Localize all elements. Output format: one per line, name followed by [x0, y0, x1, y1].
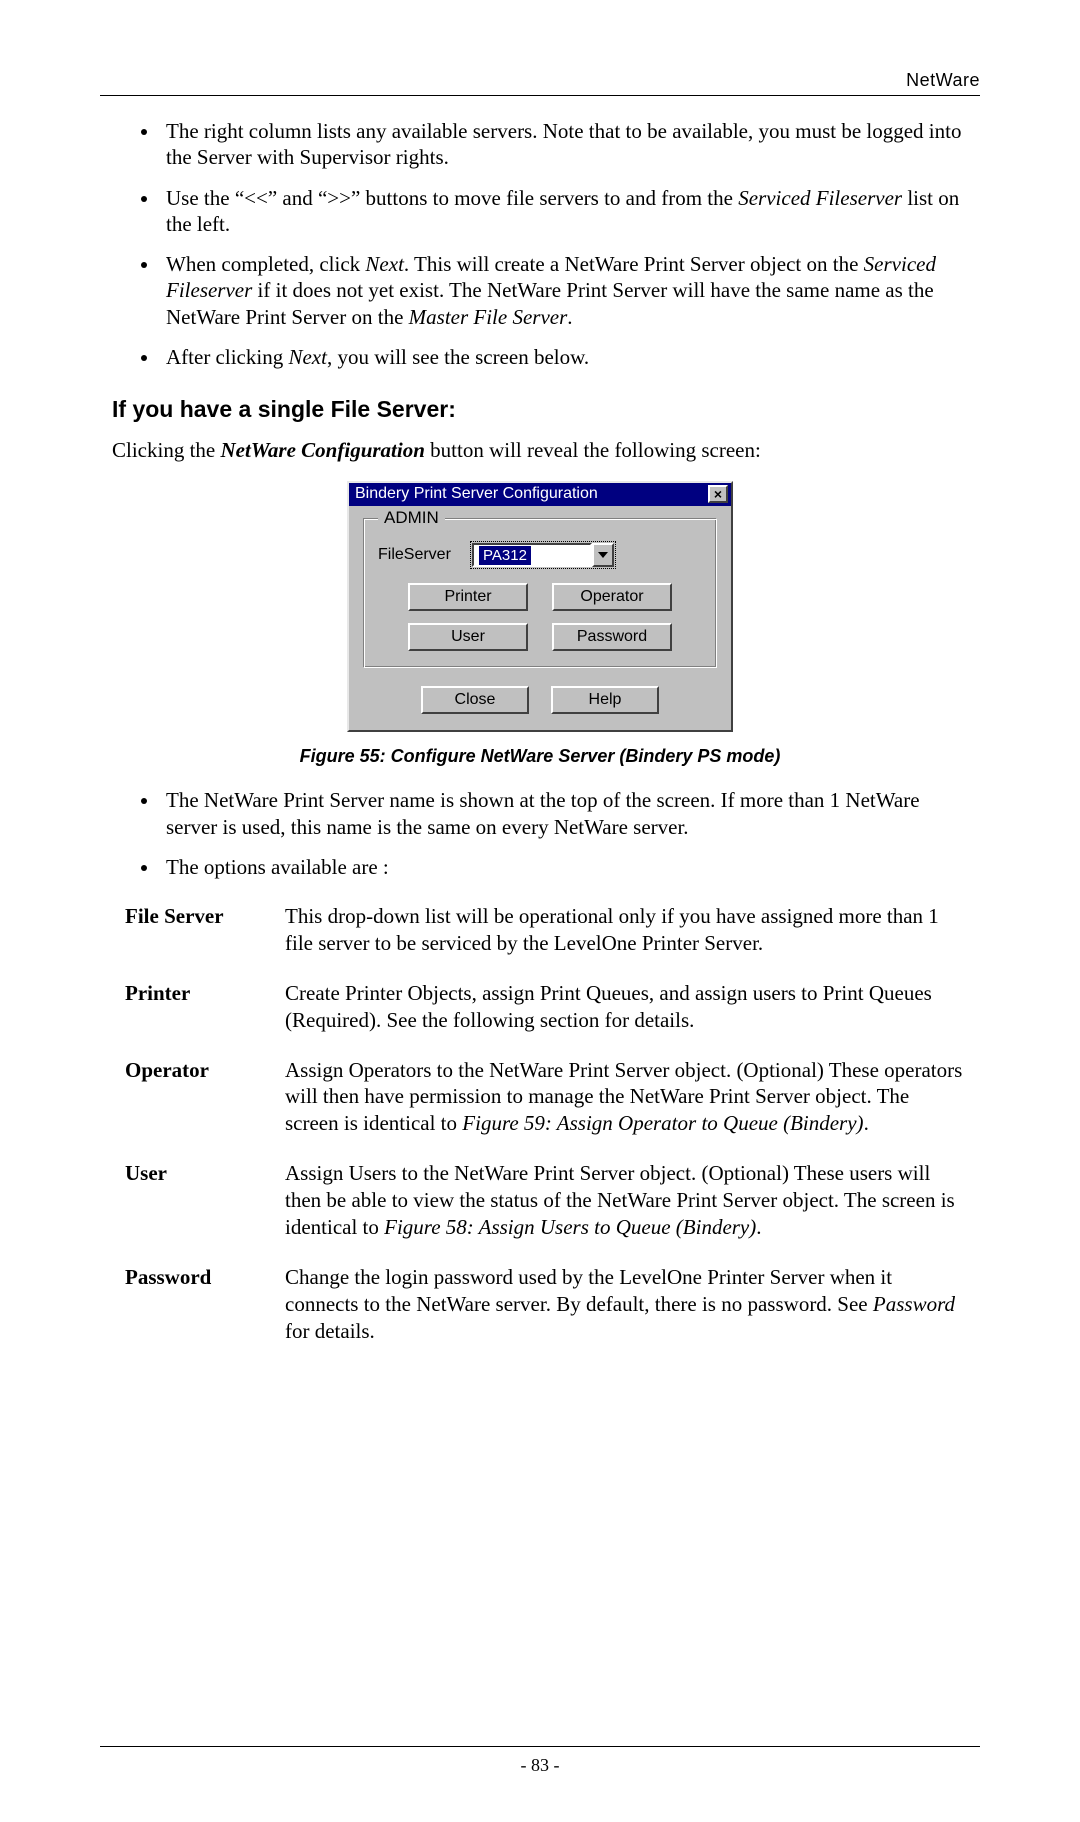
page-header: NetWare: [100, 70, 980, 96]
bindery-config-dialog: Bindery Print Server Configuration × ADM…: [347, 481, 733, 732]
list-item: The NetWare Print Server name is shown a…: [160, 787, 968, 840]
password-button[interactable]: Password: [552, 623, 672, 651]
close-dialog-button[interactable]: Close: [421, 686, 529, 714]
help-button[interactable]: Help: [551, 686, 659, 714]
def-term: Operator: [124, 1056, 284, 1160]
fileserver-row: FileServer PA312: [378, 541, 702, 569]
section-heading: If you have a single File Server:: [112, 396, 968, 423]
dialog-body: ADMIN FileServer PA312: [349, 506, 731, 730]
def-desc: Create Printer Objects, assign Print Que…: [284, 979, 968, 1056]
def-term: File Server: [124, 902, 284, 979]
header-right-text: NetWare: [100, 70, 980, 91]
dialog-titlebar[interactable]: Bindery Print Server Configuration ×: [349, 483, 731, 506]
fileserver-value: PA312: [479, 546, 531, 565]
definitions-table: File Server This drop-down list will be …: [124, 902, 968, 1366]
def-term: Password: [124, 1263, 284, 1367]
def-desc: Assign Operators to the NetWare Print Se…: [284, 1056, 968, 1160]
figure-container: Bindery Print Server Configuration × ADM…: [112, 481, 968, 732]
operator-button-label: Operator: [580, 588, 643, 606]
fileserver-label: FileServer: [378, 546, 470, 564]
bullet-text: The NetWare Print Server name is shown a…: [166, 788, 920, 838]
fileserver-dropdown-button[interactable]: [592, 543, 614, 567]
intro-pre: Clicking the: [112, 438, 221, 462]
def-desc: Change the login password used by the Le…: [284, 1263, 968, 1367]
close-icon: ×: [714, 487, 722, 501]
intro-post: button will reveal the following screen:: [425, 438, 761, 462]
button-row-2: User Password: [378, 623, 702, 651]
printer-button[interactable]: Printer: [408, 583, 528, 611]
list-item: The options available are :: [160, 854, 968, 880]
bullet-text: The right column lists any available ser…: [166, 119, 961, 169]
list-item: After clicking Next, you will see the sc…: [160, 344, 968, 370]
dialog-bottom-buttons: Close Help: [363, 686, 717, 714]
page-footer: - 83 -: [100, 1746, 980, 1776]
bullet-text: After clicking Next, you will see the sc…: [166, 345, 589, 369]
page-content: The right column lists any available ser…: [100, 118, 980, 1366]
bullet-text: The options available are :: [166, 855, 389, 879]
chevron-down-icon: [598, 552, 608, 558]
close-button-label: Close: [455, 691, 496, 709]
help-button-label: Help: [589, 691, 622, 709]
operator-button[interactable]: Operator: [552, 583, 672, 611]
user-button[interactable]: User: [408, 623, 528, 651]
page: NetWare The right column lists any avail…: [0, 0, 1080, 1822]
top-bullet-list: The right column lists any available ser…: [112, 118, 968, 370]
mid-bullet-list: The NetWare Print Server name is shown a…: [112, 787, 968, 880]
fileserver-combo-input[interactable]: PA312: [472, 543, 592, 567]
table-row: User Assign Users to the NetWare Print S…: [124, 1159, 968, 1263]
intro-bold: NetWare Configuration: [221, 438, 425, 462]
close-button[interactable]: ×: [708, 485, 728, 503]
button-row-1: Printer Operator: [378, 583, 702, 611]
group-legend: ADMIN: [378, 508, 445, 528]
def-desc: This drop-down list will be operational …: [284, 902, 968, 979]
table-row: Operator Assign Operators to the NetWare…: [124, 1056, 968, 1160]
dialog-title: Bindery Print Server Configuration: [355, 485, 598, 503]
bullet-text: When completed, click Next. This will cr…: [166, 252, 936, 329]
table-row: File Server This drop-down list will be …: [124, 902, 968, 979]
page-number: - 83 -: [521, 1755, 560, 1775]
figure-caption: Figure 55: Configure NetWare Server (Bin…: [112, 746, 968, 767]
def-term: Printer: [124, 979, 284, 1056]
table-row: Printer Create Printer Objects, assign P…: [124, 979, 968, 1056]
list-item: When completed, click Next. This will cr…: [160, 251, 968, 330]
user-button-label: User: [451, 628, 485, 646]
fileserver-combobox[interactable]: PA312: [470, 541, 616, 569]
admin-group: ADMIN FileServer PA312: [363, 518, 717, 668]
section-intro: Clicking the NetWare Configuration butto…: [112, 437, 968, 463]
bullet-text: Use the “<<” and “>>” buttons to move fi…: [166, 186, 959, 236]
table-row: Password Change the login password used …: [124, 1263, 968, 1367]
list-item: Use the “<<” and “>>” buttons to move fi…: [160, 185, 968, 238]
printer-button-label: Printer: [444, 588, 491, 606]
list-item: The right column lists any available ser…: [160, 118, 968, 171]
password-button-label: Password: [577, 628, 647, 646]
def-term: User: [124, 1159, 284, 1263]
def-desc: Assign Users to the NetWare Print Server…: [284, 1159, 968, 1263]
